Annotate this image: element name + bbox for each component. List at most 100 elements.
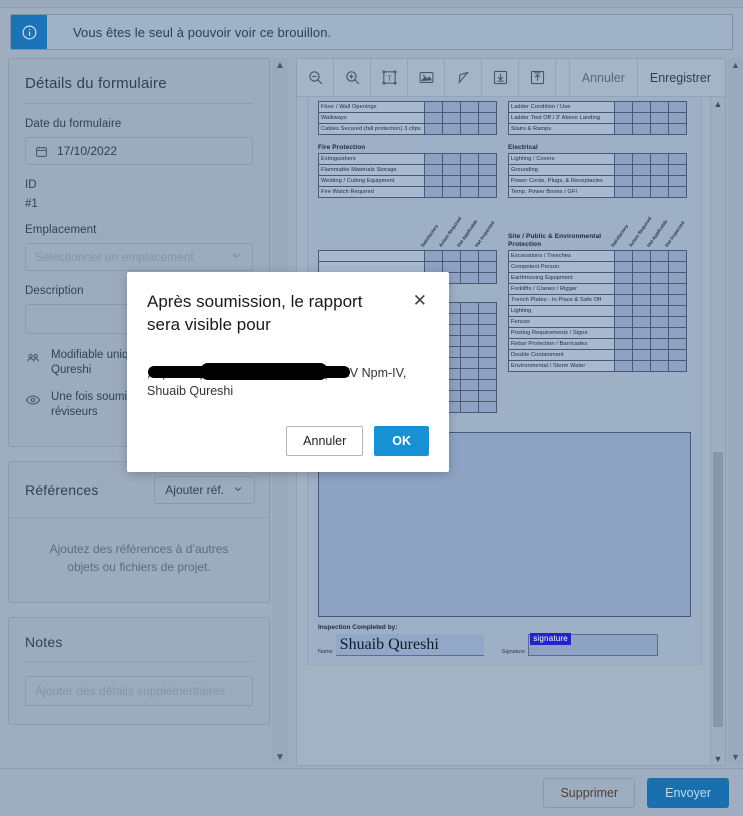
document-scrollbar[interactable]: ▲ ▼ (710, 97, 725, 765)
scrollbar-thumb[interactable] (713, 452, 723, 727)
row-label: Lighting (508, 305, 615, 317)
table-row: Stairs & Ramps (508, 123, 687, 135)
row-label: Ladder Condition / Use (508, 101, 615, 113)
table-row: Grounding (508, 164, 687, 176)
row-label: Excavations / Trenches (508, 250, 615, 262)
submit-button[interactable]: Envoyer (647, 777, 729, 808)
banner-message: Vous êtes le seul à pouvoir voir ce brou… (73, 24, 332, 40)
notes-placeholder: Ajouter des détails supplémentaires (35, 684, 226, 698)
notes-input[interactable]: Ajouter des détails supplémentaires (25, 676, 253, 706)
viewer-save-button[interactable]: Enregistrer (638, 59, 725, 96)
rotated-column-headers: Satisfactory Action Required Not Applica… (318, 216, 496, 250)
scroll-down-icon[interactable]: ▼ (728, 750, 743, 764)
references-empty-text: Ajoutez des références à d’autres objets… (9, 517, 269, 602)
checklist-table: Lighting / Covers Grounding Power Cords,… (508, 153, 687, 198)
scroll-up-icon[interactable]: ▲ (711, 97, 725, 111)
section-title: Electrical (508, 144, 538, 151)
form-date-input[interactable]: 17/10/2022 (25, 137, 253, 165)
row-label: Extinguishers (318, 153, 425, 165)
image-icon[interactable] (408, 59, 445, 96)
signature-caption: Signature (501, 649, 526, 655)
table-row: Ladder Condition / Use (508, 101, 687, 113)
draft-visibility-banner: Vous êtes le seul à pouvoir voir ce brou… (10, 14, 733, 50)
redaction-bar (148, 363, 350, 380)
scroll-down-icon[interactable]: ▼ (275, 753, 285, 763)
table-row: Posting Requirements / Signs (508, 327, 687, 339)
dialog-cancel-button[interactable]: Annuler (286, 426, 364, 456)
row-label: Environmental / Storm Water (508, 360, 615, 372)
table-row: Ladder Tied Off / 3' Above Landing (508, 112, 687, 124)
table-row: Cables Secured (fall protection) 3 clips (318, 123, 497, 135)
table-row: Earthmoving Equipment (508, 272, 687, 284)
form-footer: Supprimer Envoyer (0, 768, 743, 816)
row-label: Power Cords, Plugs, & Receptacles (508, 175, 615, 187)
table-row: Flammable Materials Storage (318, 164, 497, 176)
section-title: Site / Public & Environmental Protection (508, 233, 602, 248)
signature-field[interactable]: signature (528, 633, 659, 656)
viewer-cancel-button[interactable]: Annuler (570, 59, 638, 96)
signature-badge: signature (530, 633, 571, 645)
table-row: Rebar Protection / Barricades (508, 338, 687, 350)
row-label: Temp. Power Boxes / GFI (508, 186, 615, 198)
row-label: Grounding (508, 164, 615, 176)
row-label: Lighting / Covers (508, 153, 615, 165)
svg-text:T: T (387, 74, 392, 82)
row-label: Cables Secured (fall protection) 3 clips (318, 123, 425, 135)
text-box-icon[interactable]: T (371, 59, 408, 96)
checklist-table: Extinguishers Flammable Materials Storag… (318, 153, 497, 198)
chevron-down-icon (232, 483, 244, 498)
row-label: Posting Requirements / Signs (508, 327, 615, 339)
inspector-name-field[interactable]: Shuaib Qureshi (335, 634, 484, 656)
checklist-table: Ladder Condition / Use Ladder Tied Off /… (508, 101, 687, 135)
checklist-table: Excavations / Trenches Competent Person … (508, 250, 687, 372)
table-row: Fences (508, 316, 687, 328)
calendar-icon (35, 145, 48, 158)
row-label: Walkways (318, 112, 425, 124)
table-row (318, 261, 497, 273)
toolbar-spacer (556, 59, 570, 96)
page-title: Détails du formulaire (25, 75, 167, 92)
scroll-down-icon[interactable]: ▼ (711, 752, 725, 765)
close-icon[interactable]: ✕ (407, 290, 429, 311)
info-circle-icon (11, 15, 47, 49)
add-reference-button[interactable]: Ajouter réf. (154, 476, 255, 504)
row-label: Fences (508, 316, 615, 328)
viewer-toolbar: T Annuler Enregistrer (297, 59, 725, 97)
location-select[interactable]: Sélectionner un emplacement (25, 243, 253, 271)
table-row: Environmental / Storm Water (508, 360, 687, 372)
row-label: Trench Plates - In Place & Safe Off (508, 294, 615, 306)
users-icon (25, 348, 41, 371)
add-reference-label: Ajouter réf. (165, 483, 224, 497)
row-label: Flammable Materials Storage (318, 164, 425, 176)
table-row: Trench Plates - In Place & Safe Off (508, 294, 687, 306)
zoom-out-icon[interactable] (297, 59, 334, 96)
signature-pen-icon[interactable] (445, 59, 482, 96)
download-icon[interactable] (482, 59, 519, 96)
page-scrollbar[interactable]: ▲ ▼ (728, 58, 743, 766)
col-header: Satisfactory (609, 223, 630, 248)
form-date-value: 17/10/2022 (57, 144, 118, 158)
top-strip (0, 0, 743, 8)
checklist-table: Floor / Wall Openings Walkways Cables Se… (318, 101, 497, 135)
references-card: Références Ajouter réf. Ajoutez des réfé… (8, 461, 270, 603)
dialog-ok-button[interactable]: OK (374, 426, 429, 456)
upload-icon[interactable] (519, 59, 556, 96)
table-row: Forklifts / Cranes / Rigger (508, 283, 687, 295)
table-row: Walkways (318, 112, 497, 124)
row-label: Earthmoving Equipment (508, 272, 615, 284)
col-header: Not Inspected (663, 220, 686, 248)
table-row: Power Cords, Plugs, & Receptacles (508, 175, 687, 187)
scroll-up-icon[interactable]: ▲ (728, 58, 743, 72)
row-label: Stairs & Ramps (508, 123, 615, 135)
zoom-in-icon[interactable] (334, 59, 371, 96)
scroll-up-icon[interactable]: ▲ (275, 61, 285, 71)
signature-section-label: Inspection Completed by: (318, 624, 398, 631)
table-row: Temp. Power Boxes / GFI (508, 186, 687, 198)
visibility-confirm-dialog: Après soumission, le rapport sera visibl… (127, 272, 449, 472)
table-row (318, 250, 497, 262)
row-label: Ladder Tied Off / 3' Above Landing (508, 112, 615, 124)
row-label: Double Containment (508, 349, 615, 361)
delete-button[interactable]: Supprimer (543, 777, 636, 808)
row-label: Forklifts / Cranes / Rigger (508, 283, 615, 295)
col-header: Not Inspected (473, 220, 496, 248)
